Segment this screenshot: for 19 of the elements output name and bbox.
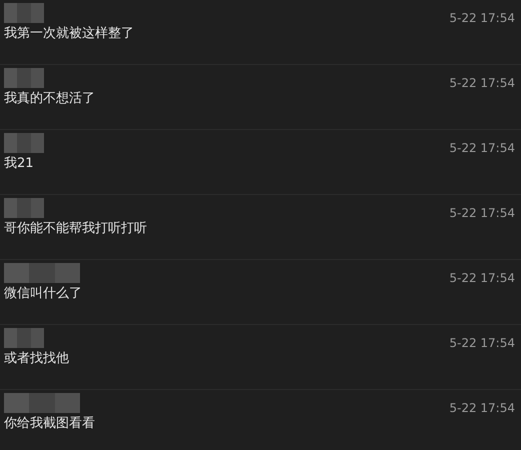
redacted-name bbox=[4, 133, 44, 153]
message-text: 我21 bbox=[4, 155, 35, 173]
message-text: 或者找找他 bbox=[4, 350, 70, 368]
message-text: 你给我截图看看 bbox=[4, 415, 96, 433]
message-text: 我第一次就被这样整了 bbox=[4, 25, 135, 43]
redacted-name bbox=[4, 68, 44, 88]
message-time: 5-22 17:54 bbox=[449, 401, 515, 415]
message-time: 5-22 17:54 bbox=[449, 76, 515, 90]
message-text: 微信叫什么了 bbox=[4, 285, 83, 303]
message-time: 5-22 17:54 bbox=[449, 206, 515, 220]
message-text: 哥你能不能帮我打听打听 bbox=[4, 220, 148, 238]
message-time: 5-22 17:54 bbox=[449, 141, 515, 155]
message-time: 5-22 17:54 bbox=[449, 271, 515, 285]
message-time: 5-22 17:54 bbox=[449, 11, 515, 25]
redacted-name bbox=[4, 198, 44, 218]
redacted-name bbox=[4, 3, 44, 23]
message-time: 5-22 17:54 bbox=[449, 336, 515, 350]
message-text: 我真的不想活了 bbox=[4, 90, 96, 108]
redacted-name bbox=[4, 328, 44, 348]
